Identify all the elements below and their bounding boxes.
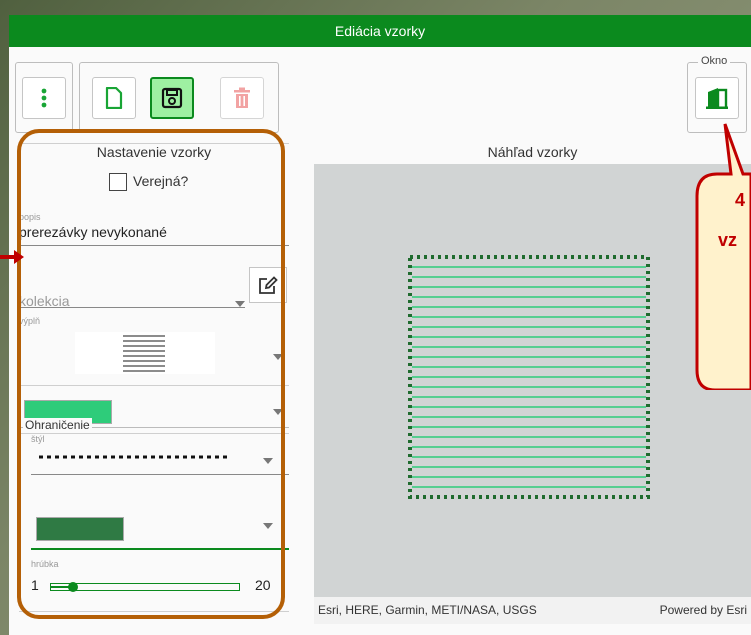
powered-by-esri[interactable]: Powered by Esri [660, 597, 747, 624]
attribution-text: Esri, HERE, Garmin, METI/NASA, USGS [318, 603, 537, 617]
edit-collection-button[interactable] [249, 267, 287, 303]
vertical-dots-icon [41, 88, 47, 108]
annotation-arrow-left [0, 250, 24, 264]
fill-pattern-select[interactable] [75, 332, 215, 374]
border-legend: Ohraničenie [23, 418, 92, 432]
fill-color-dropdown-icon[interactable] [273, 409, 283, 415]
annotation-text-line2: vz [718, 230, 738, 250]
settings-bottom-divider [19, 611, 289, 612]
fill-divider [19, 385, 289, 386]
settings-title: Nastavenie vzorky [96, 144, 212, 160]
border-style-dropdown-icon[interactable] [263, 458, 273, 464]
settings-top-divider [19, 143, 289, 144]
thickness-slider[interactable] [50, 582, 240, 592]
public-label: Verejná? [133, 173, 189, 189]
border-color-swatch[interactable] [36, 517, 124, 541]
border-style-underline [31, 474, 289, 475]
toolbar-actions-group [79, 62, 279, 133]
edit-sample-dialog: Ediácia vzorky Okno Nastavenie vzorky Ve… [9, 15, 751, 635]
thickness-max-label: 20 [255, 577, 271, 593]
save-sample-button[interactable] [150, 77, 194, 119]
map-attribution: Esri, HERE, Garmin, METI/NASA, USGS Powe… [314, 597, 751, 624]
thickness-label: hrúbka [31, 559, 59, 569]
dotted-style-swatch[interactable] [39, 454, 229, 460]
dialog-title: Ediácia vzorky [9, 15, 751, 47]
window-legend: Okno [698, 55, 731, 67]
border-color-dropdown-icon[interactable] [263, 523, 273, 529]
style-label: štýl [31, 434, 45, 444]
public-checkbox[interactable] [109, 173, 127, 191]
fill-pattern-dropdown-icon[interactable] [273, 354, 283, 360]
border-fieldset [21, 427, 289, 587]
annotation-text-line1: 4 [735, 190, 746, 210]
toolbar-menu-group [15, 62, 73, 133]
exit-window-button[interactable] [695, 77, 739, 119]
menu-button[interactable] [22, 77, 66, 119]
description-label: popis [19, 212, 41, 222]
sample-settings-panel: Nastavenie vzorky Verejná? popis prerezá… [19, 133, 289, 613]
edit-icon [259, 276, 278, 294]
fill-label: výplň [19, 316, 41, 326]
save-icon [161, 87, 183, 109]
description-input[interactable]: prerezávky nevykonané [19, 224, 289, 240]
new-sample-button[interactable] [92, 77, 136, 119]
exit-door-icon [706, 88, 728, 109]
trash-icon [234, 87, 250, 108]
thickness-min-label: 1 [31, 577, 39, 593]
description-underline [19, 245, 289, 246]
collection-underline [19, 307, 245, 308]
new-file-icon [105, 87, 123, 109]
annotation-callout [695, 123, 751, 390]
hatch-pattern-swatch [123, 335, 165, 372]
thickness-slider-thumb[interactable] [68, 582, 78, 592]
border-color-underline [31, 548, 289, 550]
delete-sample-button[interactable] [220, 77, 264, 119]
